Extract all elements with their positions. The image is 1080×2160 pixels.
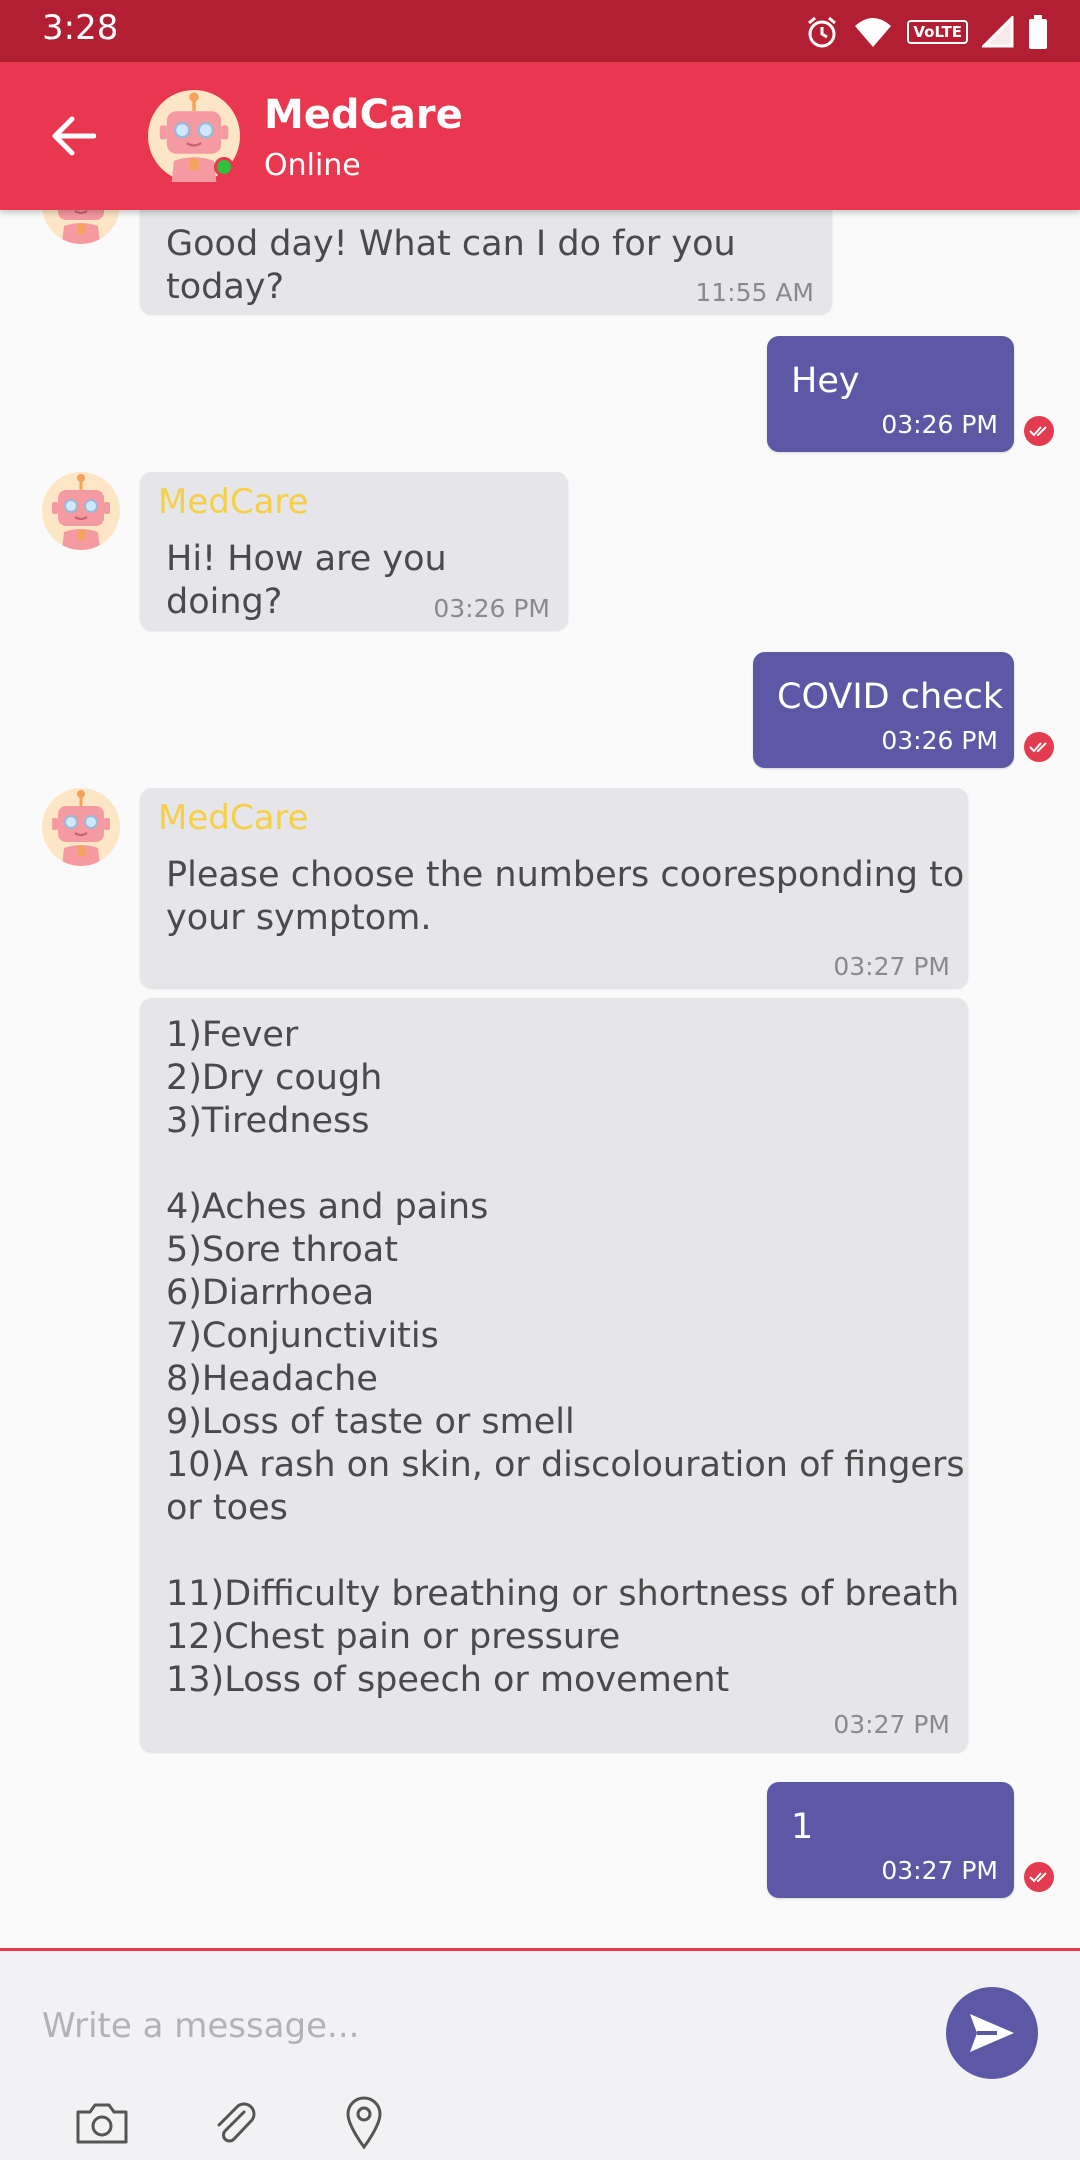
message-time: 03:26 PM <box>881 726 998 755</box>
arrow-left-icon <box>52 116 96 156</box>
message-text: Please choose the numbers cooresponding … <box>166 855 965 938</box>
message-time: 11:55 AM <box>695 278 814 307</box>
online-indicator <box>214 157 234 177</box>
message-list[interactable]: Good day! What can I do for you today? 1… <box>0 210 1080 1948</box>
location-button[interactable] <box>332 2093 396 2153</box>
send-icon <box>970 2014 1014 2052</box>
signal-icon <box>982 16 1014 48</box>
double-check-icon <box>1024 416 1054 446</box>
message-text: 1)Fever 2)Dry cough 3)Tiredness 4)Aches … <box>166 1015 965 1700</box>
status-bar: 3:28 VoLTE <box>0 0 1080 62</box>
double-check-icon <box>1024 1862 1054 1892</box>
paperclip-icon <box>217 2102 256 2143</box>
message-time: 03:27 PM <box>881 1856 998 1885</box>
alarm-icon <box>808 16 837 48</box>
outgoing-message[interactable]: COVID check 03:26 PM <box>753 652 1014 768</box>
camera-button[interactable] <box>70 2093 134 2153</box>
incoming-message[interactable]: 1)Fever 2)Dry cough 3)Tiredness 4)Aches … <box>140 998 968 1752</box>
robot-avatar-icon <box>50 210 112 244</box>
location-pin-icon <box>346 2096 382 2150</box>
outgoing-message[interactable]: Hey 03:26 PM <box>767 336 1014 452</box>
battery-icon <box>1029 15 1047 49</box>
bot-avatar <box>42 210 120 244</box>
wifi-icon <box>855 18 892 47</box>
message-text: 1 <box>791 1807 814 1847</box>
attach-button[interactable] <box>203 2093 267 2153</box>
message-text: COVID check <box>777 677 1004 717</box>
status-icons: VoLTE <box>805 12 1048 52</box>
message-composer <box>0 1948 1080 2160</box>
message-input[interactable] <box>42 1996 902 2056</box>
message-text: Hey <box>791 361 860 401</box>
message-time: 03:26 PM <box>881 410 998 439</box>
bot-avatar <box>42 788 120 866</box>
sender-name: MedCare <box>158 798 309 838</box>
send-button[interactable] <box>946 1987 1038 2079</box>
contact-name[interactable]: MedCare <box>264 92 463 138</box>
back-button[interactable] <box>44 107 102 165</box>
contact-status: Online <box>264 148 361 183</box>
message-time: 03:26 PM <box>433 594 550 623</box>
volte-icon: VoLTE <box>907 20 968 44</box>
robot-avatar-icon <box>50 472 112 550</box>
incoming-message[interactable]: Good day! What can I do for you today? 1… <box>140 210 832 314</box>
camera-icon <box>76 2103 128 2144</box>
incoming-message[interactable]: MedCare Please choose the numbers coores… <box>140 788 968 988</box>
bot-avatar <box>42 472 120 550</box>
sender-name: MedCare <box>158 482 309 522</box>
message-time: 03:27 PM <box>833 952 950 981</box>
incoming-message[interactable]: MedCare Hi! How are you doing? 03:26 PM <box>140 472 568 630</box>
chat-header: MedCare Online <box>0 62 1080 210</box>
status-time: 3:28 <box>42 8 119 48</box>
robot-avatar-icon <box>50 788 112 866</box>
outgoing-message[interactable]: 1 03:27 PM <box>767 1782 1014 1898</box>
message-time: 03:27 PM <box>833 1710 950 1739</box>
double-check-icon <box>1024 732 1054 762</box>
